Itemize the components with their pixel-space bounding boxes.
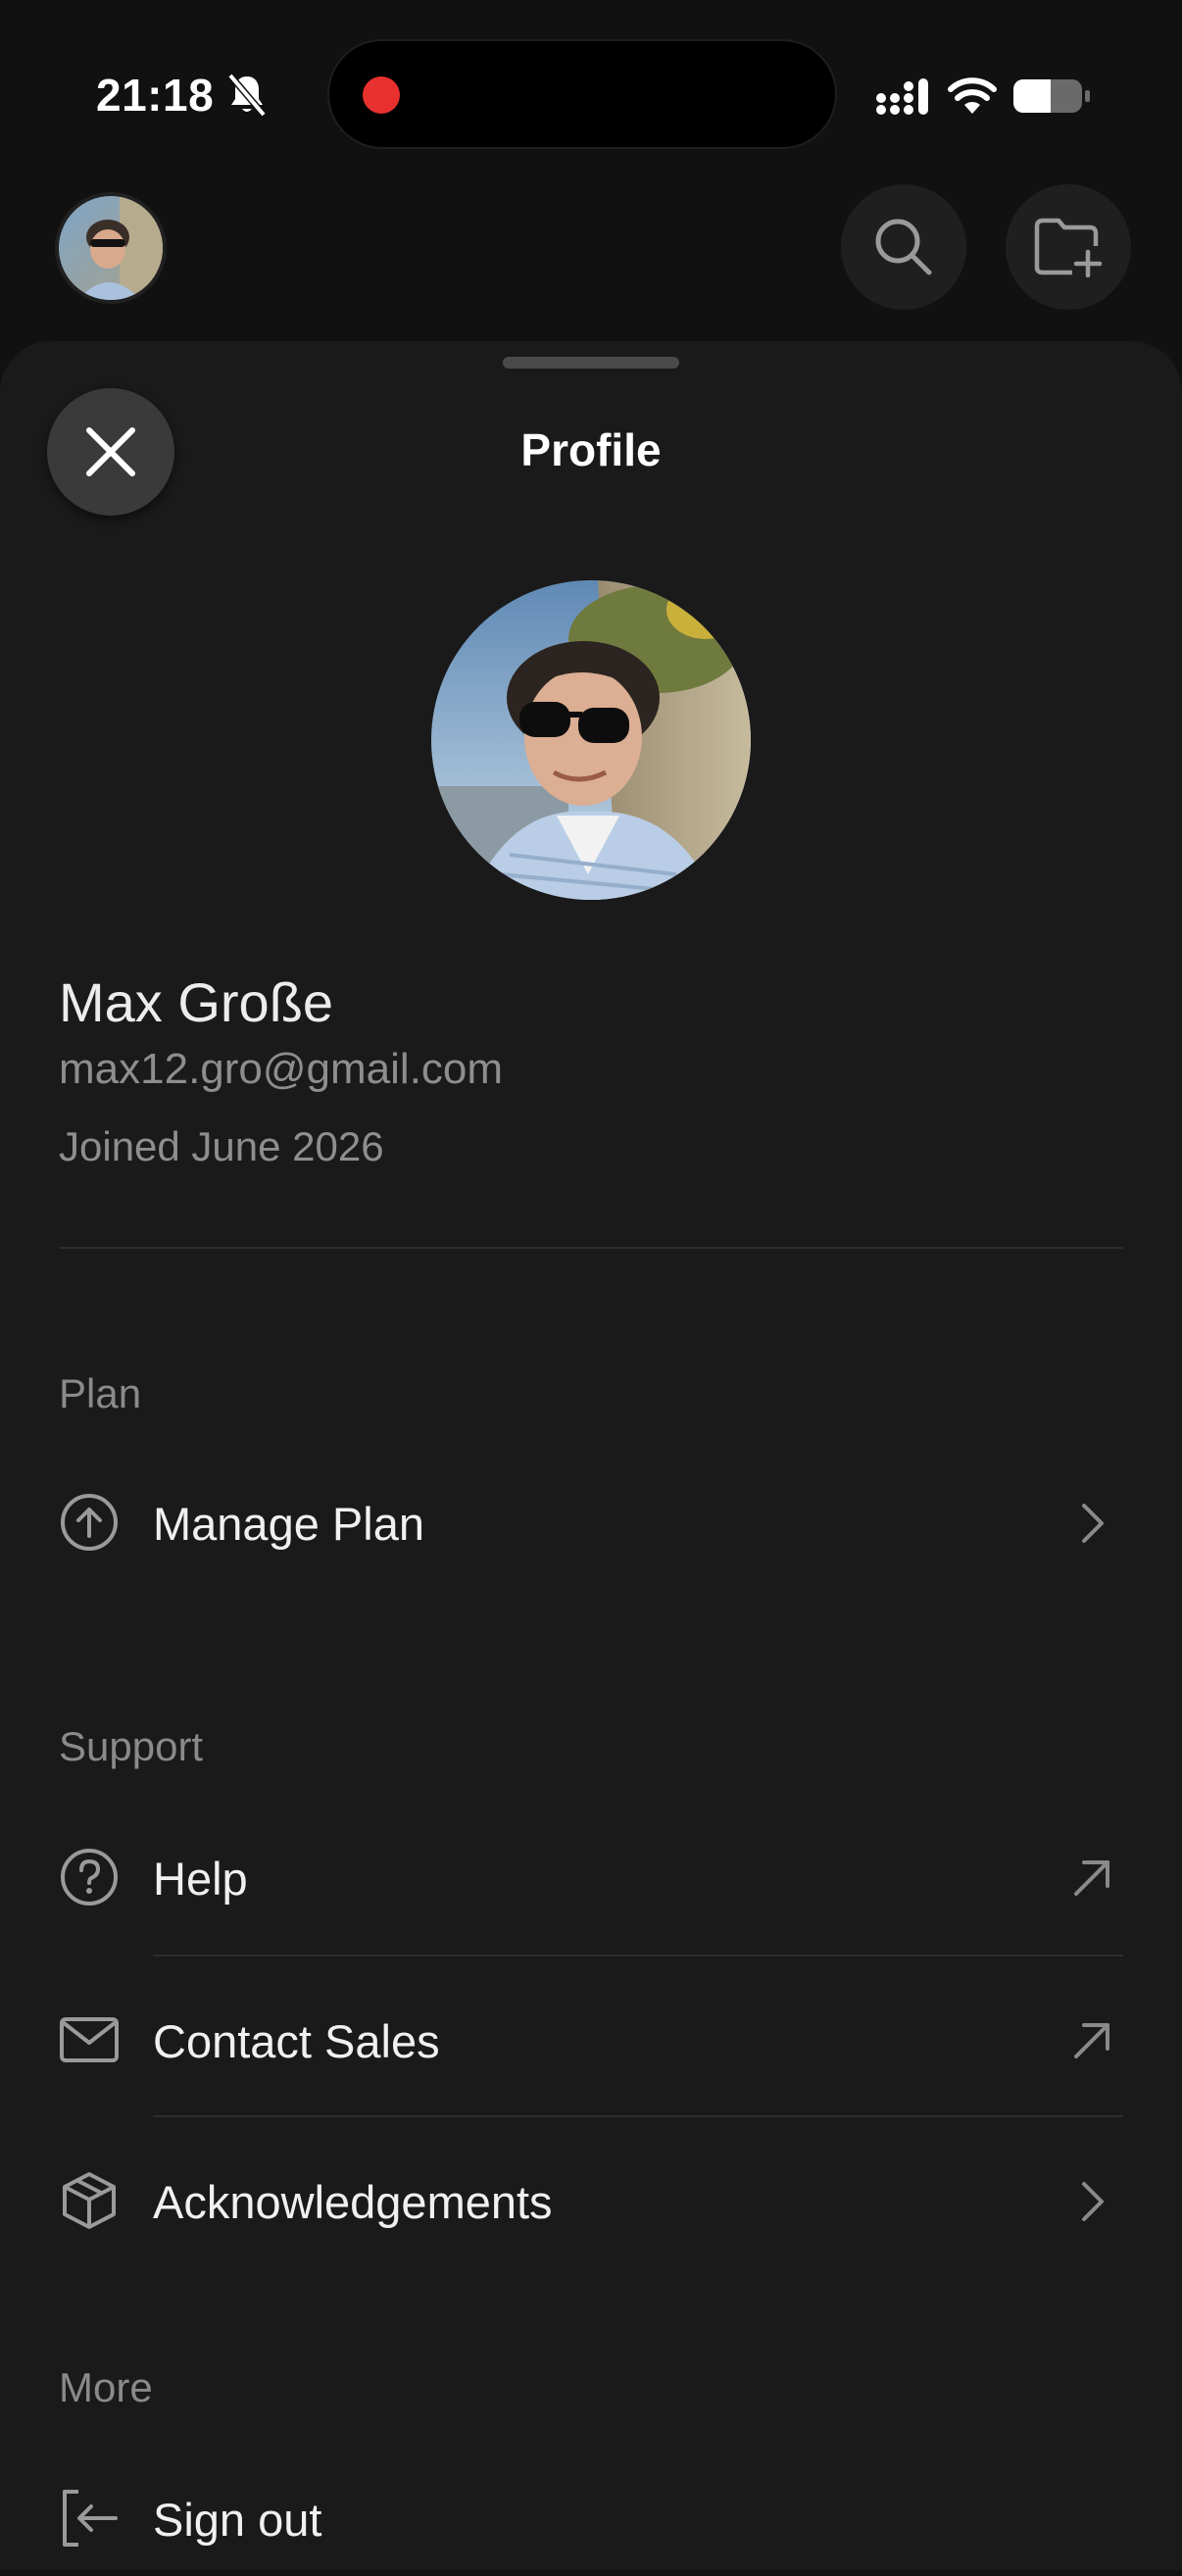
mail-icon xyxy=(59,2009,120,2070)
sheet-title: Profile xyxy=(520,424,662,475)
help-label: Help xyxy=(153,1853,248,1905)
chevron-right-icon xyxy=(1070,1502,1113,1545)
signal-icon xyxy=(875,76,934,118)
manage-plan-label: Manage Plan xyxy=(153,1498,424,1550)
bell-slash-icon xyxy=(227,73,267,118)
divider xyxy=(59,1247,1123,1249)
contact-sales-label: Contact Sales xyxy=(153,2015,440,2067)
header-avatar[interactable] xyxy=(55,192,167,304)
question-circle-icon xyxy=(59,1847,120,1907)
acknowledgements-row[interactable]: Acknowledgements xyxy=(0,2141,1182,2258)
acknowledgements-label: Acknowledgements xyxy=(153,2176,553,2228)
divider xyxy=(153,1955,1123,1957)
folder-plus-icon xyxy=(1033,217,1104,277)
search-button[interactable] xyxy=(841,184,966,310)
manage-plan-row[interactable]: Manage Plan xyxy=(0,1464,1182,1582)
external-arrow-icon xyxy=(1070,2019,1113,2062)
sheet-grabber[interactable] xyxy=(503,357,679,369)
arrow-up-circle-icon xyxy=(59,1492,120,1553)
sign-out-row[interactable]: Sign out xyxy=(0,2458,1182,2576)
sign-out-icon xyxy=(59,2488,120,2549)
search-icon xyxy=(870,214,937,280)
profile-photo xyxy=(431,580,751,900)
dynamic-island xyxy=(327,39,837,149)
divider xyxy=(153,2115,1123,2117)
chevron-right-icon xyxy=(1070,2180,1113,2223)
section-label-support: Support xyxy=(59,1723,204,1769)
help-row[interactable]: Help xyxy=(0,1817,1182,1935)
profile-name: Max Große xyxy=(59,971,334,1033)
status-time: 21:18 xyxy=(96,70,215,121)
profile-joined-date: Joined June 2026 xyxy=(59,1123,384,1169)
battery-icon xyxy=(1011,76,1092,116)
profile-email: max12.gro@gmail.com xyxy=(59,1045,504,1093)
recording-indicator xyxy=(363,76,400,114)
section-label-more: More xyxy=(59,2364,153,2410)
section-label-plan: Plan xyxy=(59,1370,142,1416)
sign-out-label: Sign out xyxy=(153,2494,322,2546)
wifi-icon xyxy=(947,74,998,118)
external-arrow-icon xyxy=(1070,1857,1113,1900)
package-icon xyxy=(59,2170,120,2231)
new-folder-button[interactable] xyxy=(1006,184,1131,310)
contact-sales-row[interactable]: Contact Sales xyxy=(0,1980,1182,2098)
